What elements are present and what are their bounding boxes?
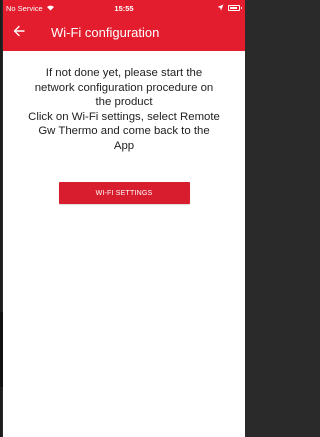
instructions: If not done yet, please start the networ…	[3, 51, 245, 204]
instruction-line: If not done yet, please start the	[45, 67, 203, 79]
status-time: 15:55	[114, 3, 134, 13]
location-arrow-icon	[217, 4, 224, 13]
instruction-line: network configuration procedure on	[34, 81, 214, 94]
instruction-line: the product	[95, 96, 153, 109]
page-title: Wi-Fi configuration	[51, 25, 160, 40]
instruction-line: Click on Wi-Fi settings, select Remote	[28, 110, 220, 123]
status-bar: No Service 15:55	[3, 0, 245, 16]
instruction-line: Gw Thermo and come back to the	[38, 125, 210, 138]
battery-level	[230, 7, 237, 9]
back-arrow-icon[interactable]	[13, 23, 25, 43]
app-toolbar: Wi-Fi configuration	[3, 16, 245, 51]
status-right	[217, 4, 242, 13]
wifi-settings-button[interactable]: WI-FI SETTINGS	[58, 181, 190, 204]
button-container: WI-FI SETTINGS	[9, 181, 239, 204]
instruction-line: App	[113, 139, 135, 152]
battery-icon	[228, 5, 242, 11]
app-screen: No Service 15:55 Wi-Fi configuration If …	[3, 0, 245, 437]
